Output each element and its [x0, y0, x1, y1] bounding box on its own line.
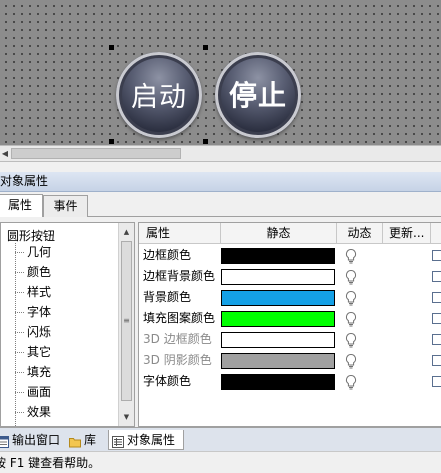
status-bar: 按 F1 键查看帮助。	[0, 451, 441, 473]
tab-library-label: 库	[84, 433, 97, 447]
scroll-left-icon[interactable]: ◀	[0, 146, 10, 161]
tab-properties[interactable]: 属性	[0, 194, 43, 217]
property-name: 3D 边框颜色	[143, 332, 212, 346]
update-checkbox[interactable]	[432, 313, 441, 324]
tree-vertical-scrollbar[interactable]: ▲ ≡ ▼	[118, 223, 134, 426]
header-update[interactable]: 更新...	[383, 223, 431, 243]
lightbulb-icon[interactable]	[344, 332, 358, 348]
tab-output-window-label: 输出窗口	[12, 433, 61, 447]
folder-icon	[69, 434, 81, 448]
lightbulb-icon[interactable]	[344, 353, 358, 369]
tree-item-screen[interactable]: 画面	[15, 382, 51, 402]
update-checkbox[interactable]	[432, 376, 441, 387]
scroll-down-icon[interactable]: ▼	[119, 410, 134, 424]
header-dynamic[interactable]: 动态	[337, 223, 383, 243]
tab-object-properties[interactable]: 对象属性	[108, 430, 184, 450]
grid-header: 属性 静态 动态 更新...	[139, 223, 441, 244]
update-checkbox[interactable]	[432, 355, 441, 366]
update-checkbox[interactable]	[432, 271, 441, 282]
property-row[interactable]: 边框颜色	[139, 245, 441, 266]
property-name: 背景颜色	[143, 290, 192, 304]
start-round-button[interactable]: 启动	[116, 52, 202, 138]
tree-item-fill[interactable]: 填充	[15, 362, 51, 382]
header-attribute[interactable]: 属性	[139, 223, 221, 243]
tab-library[interactable]: 库	[66, 430, 104, 450]
tab-events[interactable]: 事件	[43, 195, 88, 217]
canvas-horizontal-scrollbar[interactable]: ◀	[0, 145, 441, 162]
property-name: 3D 阴影颜色	[143, 353, 212, 367]
tree-item-geometry[interactable]: 几何	[15, 242, 51, 262]
property-name: 填充图案颜色	[143, 311, 216, 325]
status-text: 按 F1 键查看帮助。	[0, 456, 101, 470]
property-grid: 属性 静态 动态 更新... 边框颜色边框背景颜色 背景颜色填充图案颜色 3D 边框…	[138, 222, 441, 427]
object-properties-icon	[112, 434, 124, 448]
scroll-up-icon[interactable]: ▲	[119, 225, 134, 239]
property-name: 字体颜色	[143, 374, 192, 388]
resize-handle-top-left[interactable]	[109, 45, 114, 50]
color-swatch[interactable]	[221, 353, 335, 369]
scrollbar-thumb[interactable]	[11, 148, 181, 159]
tab-object-properties-label: 对象属性	[127, 433, 176, 447]
lightbulb-icon[interactable]	[344, 290, 358, 306]
lightbulb-icon[interactable]	[344, 269, 358, 285]
color-swatch[interactable]	[221, 248, 335, 264]
resize-handle-bottom-right[interactable]	[203, 139, 208, 144]
tree-item-font[interactable]: 字体	[15, 302, 51, 322]
stop-round-button[interactable]: 停止	[215, 52, 301, 138]
bottom-tab-bar: 输出窗口 库 对象属性	[0, 427, 441, 451]
update-checkbox[interactable]	[432, 334, 441, 345]
panel-title: 对象属性	[0, 172, 441, 192]
property-row[interactable]: 3D 阴影颜色	[139, 350, 441, 371]
stop-button-label: 停止	[228, 79, 287, 112]
property-row[interactable]: 3D 边框颜色	[139, 329, 441, 350]
output-window-icon	[0, 434, 9, 448]
resize-handle-bottom-left[interactable]	[109, 139, 114, 144]
tree-item-effects[interactable]: 效果	[15, 402, 51, 422]
lightbulb-icon[interactable]	[344, 311, 358, 327]
property-row[interactable]: 填充图案颜色	[139, 308, 441, 329]
property-row[interactable]: 字体颜色	[139, 371, 441, 392]
design-canvas[interactable]: 启动 停止	[0, 0, 441, 145]
tab-output-window[interactable]: 输出窗口	[0, 430, 64, 450]
color-swatch[interactable]	[221, 311, 335, 327]
update-checkbox[interactable]	[432, 292, 441, 303]
color-swatch[interactable]	[221, 374, 335, 390]
header-static[interactable]: 静态	[221, 223, 337, 243]
scrollbar-thumb[interactable]: ≡	[121, 241, 132, 401]
resize-handle-top-right[interactable]	[203, 45, 208, 50]
start-button-label: 启动	[131, 81, 187, 113]
tree-item-flashing[interactable]: 闪烁	[15, 322, 51, 342]
lightbulb-icon[interactable]	[344, 248, 358, 264]
lightbulb-icon[interactable]	[344, 374, 358, 390]
property-tabs: 属性 事件	[0, 192, 441, 217]
tree-item-colors[interactable]: 颜色	[15, 262, 51, 282]
property-row[interactable]: 背景颜色	[139, 287, 441, 308]
update-checkbox[interactable]	[432, 250, 441, 261]
tree-item-style[interactable]: 样式	[15, 282, 51, 302]
property-name: 边框背景颜色	[143, 269, 216, 283]
property-row[interactable]: 边框背景颜色	[139, 266, 441, 287]
tree-item-other[interactable]: 其它	[15, 342, 51, 362]
color-swatch[interactable]	[221, 290, 335, 306]
color-swatch[interactable]	[221, 332, 335, 348]
property-tree: 圆形按钮 几何 颜色 样式 字体 闪烁 其它 填充 画面 效果 ▲ ≡ ▼	[0, 222, 135, 427]
property-name: 边框颜色	[143, 248, 192, 262]
color-swatch[interactable]	[221, 269, 335, 285]
